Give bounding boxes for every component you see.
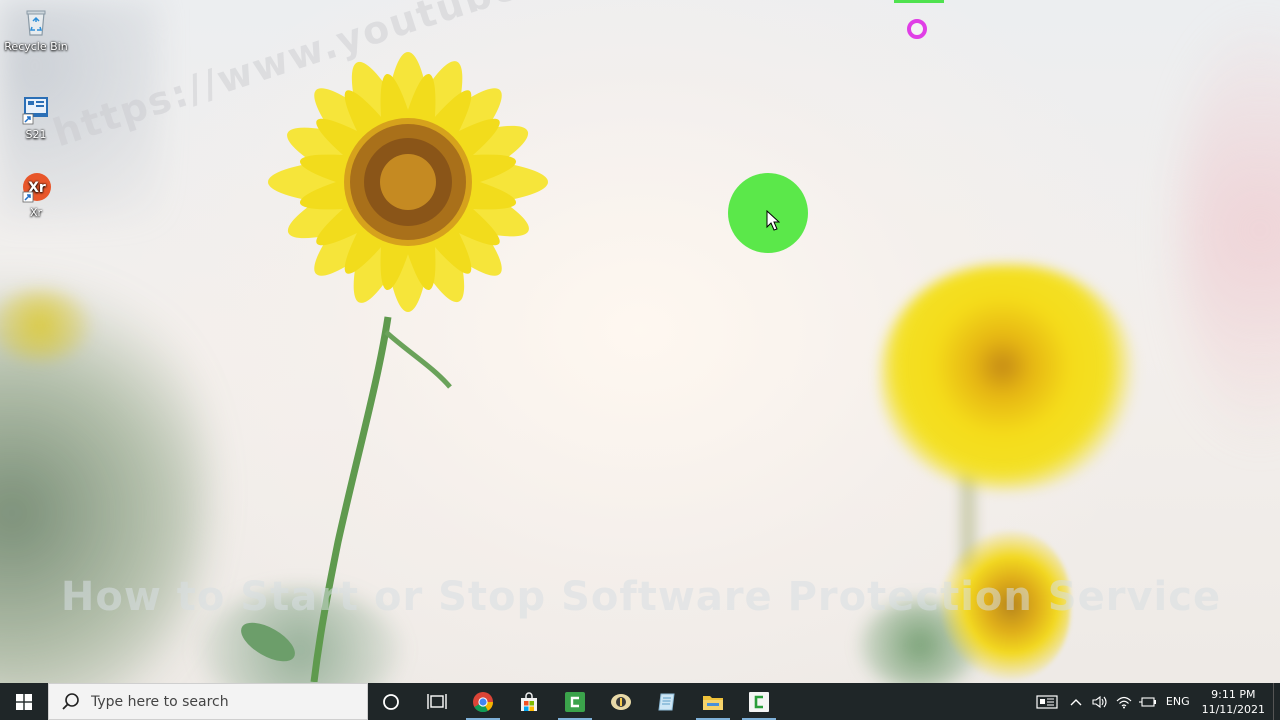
system-tray: ENG 9:11 PM 11/11/2021 [1030, 683, 1280, 720]
taskbar-app-camtasia-recorder[interactable] [736, 683, 782, 720]
audio-app-icon [611, 693, 631, 710]
recording-indicator-bar [894, 0, 944, 3]
video-title-overlay: How to Start or Stop Software Protection… [60, 574, 1222, 620]
volume-button[interactable] [1088, 683, 1112, 720]
taskbar-app-audio[interactable] [598, 683, 644, 720]
taskbar-search-box[interactable] [48, 683, 368, 720]
desktop-icon-label: Xr [29, 206, 43, 219]
taskbar-app-chrome[interactable] [460, 683, 506, 720]
task-view-icon [427, 693, 447, 709]
notepad-icon [658, 693, 675, 710]
desktop-icon-xr[interactable]: Xr Xr [1, 172, 71, 219]
desktop-icon-label: Recycle Bin [4, 40, 68, 53]
search-input[interactable] [89, 692, 363, 711]
taskbar-app-notepad[interactable] [644, 683, 690, 720]
wifi-icon [1116, 696, 1132, 708]
show-desktop-button[interactable] [1273, 683, 1280, 720]
search-icon [62, 692, 79, 710]
camtasia-recorder-icon [749, 691, 769, 712]
chrome-icon [473, 691, 494, 712]
taskbar-app-file-explorer[interactable] [690, 683, 736, 720]
camtasia-icon [565, 691, 585, 712]
input-language[interactable]: ENG [1160, 695, 1196, 708]
clock-time: 9:11 PM [1211, 687, 1256, 701]
cortana-button[interactable] [368, 683, 414, 720]
battery-plug-icon [1138, 696, 1156, 707]
folder-icon [703, 695, 723, 710]
desktop-icon-s21[interactable]: S21 [1, 94, 71, 141]
xr-app-icon: Xr [22, 173, 51, 203]
start-button[interactable] [0, 683, 48, 720]
battery-button[interactable] [1136, 683, 1160, 720]
taskbar: ENG 9:11 PM 11/11/2021 [0, 683, 1280, 720]
shortcut-s21-icon [22, 97, 48, 125]
chevron-up-icon [1070, 698, 1082, 705]
action-center-news-button[interactable] [1030, 683, 1064, 720]
desktop-wallpaper: https://www.youtube.com How to Start or … [0, 0, 1280, 683]
desktop-icon-recycle-bin[interactable]: Recycle Bin [1, 6, 71, 53]
mouse-cursor-icon [766, 210, 780, 231]
speaker-icon [1092, 695, 1107, 708]
clock-date: 11/11/2021 [1201, 702, 1265, 716]
news-feed-icon [1036, 694, 1058, 709]
wallpaper-blur-pink [1180, 20, 1280, 440]
wallpaper-blurred-sunflower [880, 265, 1135, 490]
show-hidden-icons-button[interactable] [1064, 683, 1088, 720]
taskbar-clock[interactable]: 9:11 PM 11/11/2021 [1196, 687, 1273, 717]
recycle-bin-icon [26, 10, 46, 36]
task-view-button[interactable] [414, 683, 460, 720]
cortana-circle-icon [383, 693, 399, 710]
network-button[interactable] [1112, 683, 1136, 720]
desktop-icon-label: S21 [25, 128, 47, 141]
taskbar-app-store[interactable] [506, 683, 552, 720]
taskbar-app-camtasia[interactable] [552, 683, 598, 720]
windows-logo-icon [16, 693, 32, 710]
store-bag-icon [521, 691, 537, 711]
click-indicator-ring [907, 19, 927, 39]
